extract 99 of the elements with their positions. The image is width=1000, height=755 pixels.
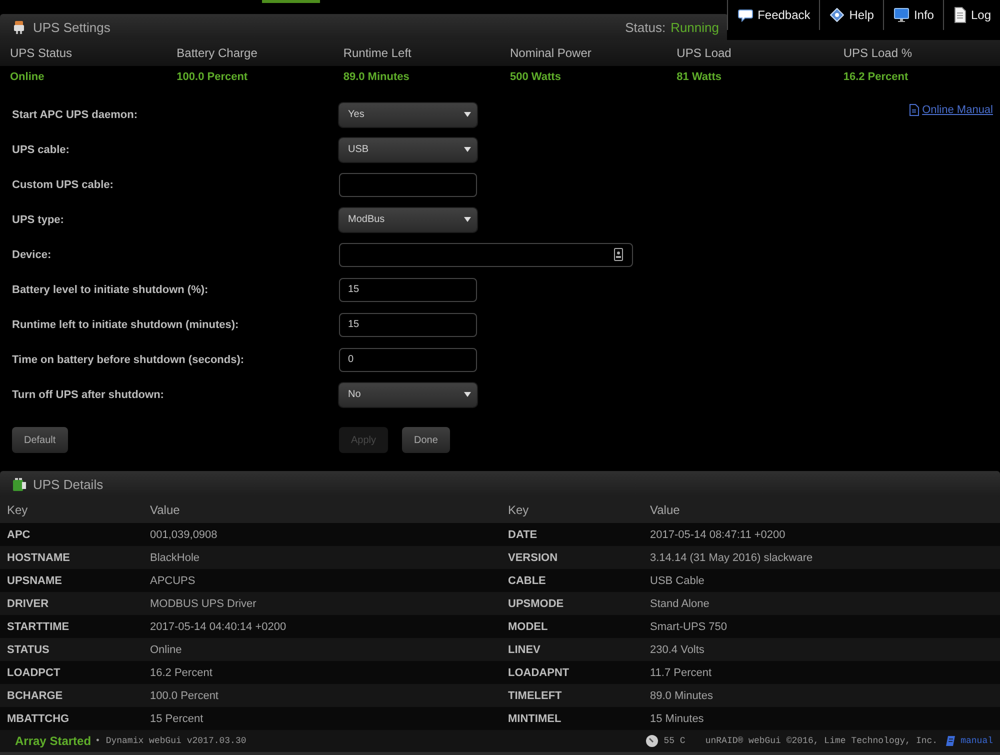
table-header-cell: Key — [0, 497, 150, 523]
field-label: Device: — [12, 248, 52, 260]
value-cell: USB Cable — [650, 569, 1000, 592]
field-label: UPS cable: — [12, 144, 70, 156]
key-cell: LOADAPNT — [500, 661, 650, 684]
value-cell: 100.0 Percent — [150, 684, 500, 707]
value-cell: 89.0 Minutes — [650, 684, 1000, 707]
nav-link[interactable]: Log — [942, 0, 1000, 30]
plug-icon — [12, 20, 26, 34]
key-cell: TIMELEFT — [500, 684, 650, 707]
key-cell: STATUS — [0, 638, 150, 661]
summary-value: 16.2 Percent — [842, 70, 910, 85]
value-cell: APCUPS — [150, 569, 500, 592]
book-icon — [946, 736, 955, 746]
field-label: Battery level to initiate shutdown (%): — [12, 284, 210, 296]
summary-heading: UPS Load — [666, 40, 834, 66]
help-icon — [830, 8, 844, 22]
battery-icon — [12, 477, 26, 491]
key-cell: DATE — [500, 523, 650, 546]
summary-heading: Nominal Power — [500, 40, 667, 66]
value-cell: 3.14.14 (31 May 2016) slackware — [650, 546, 1000, 569]
input-field[interactable] — [339, 242, 633, 266]
key-cell: BCHARGE — [0, 684, 150, 707]
panel-title: UPS Details — [33, 476, 104, 492]
status-label: Status: — [625, 20, 666, 34]
summary-heading: Battery Charge — [166, 40, 334, 66]
summary-value: 100.0 Percent — [176, 70, 249, 85]
table-header-cell: Value — [650, 497, 1000, 523]
array-status: Array Started — [15, 734, 92, 748]
summary-value: Online — [9, 70, 46, 85]
value-cell: Smart-UPS 750 — [650, 615, 1000, 638]
field-label: Time on battery before shutdown (seconds): — [12, 354, 246, 366]
key-cell: UPSMODE — [500, 592, 650, 615]
key-cell: VERSION — [500, 546, 650, 569]
input-field[interactable]: 15 — [339, 312, 477, 336]
value-cell: Online — [150, 638, 500, 661]
value-cell: 001,039,0908 — [150, 523, 500, 546]
manual-link[interactable]: manual — [960, 736, 993, 746]
caret-icon — [464, 112, 471, 117]
gauge-icon — [646, 735, 658, 747]
value-cell: 2017-05-14 08:47:11 +0200 — [650, 523, 1000, 546]
caret-icon — [464, 392, 471, 397]
button[interactable]: Done — [402, 427, 450, 453]
value-cell: BlackHole — [150, 546, 500, 569]
value-cell: 230.4 Volts — [650, 638, 1000, 661]
caret-icon — [464, 147, 471, 152]
caret-icon — [464, 217, 471, 222]
speech-bubble-icon — [738, 8, 753, 22]
dropdown[interactable]: ModBus — [339, 208, 477, 232]
value-cell: 11.7 Percent — [650, 661, 1000, 684]
summary-heading: UPS Load % — [833, 40, 1000, 66]
temperature-text: 55 C — [664, 736, 686, 746]
summary-heading: Runtime Left — [333, 40, 500, 66]
monitor-icon — [894, 8, 909, 22]
key-cell: LOADPCT — [0, 661, 150, 684]
table-header-cell: Value — [150, 497, 500, 523]
button[interactable]: Default — [12, 427, 68, 453]
value-cell: 15 Percent — [150, 707, 500, 730]
field-label: Runtime left to initiate shutdown (minutes): — [12, 318, 240, 330]
key-cell: UPSNAME — [0, 569, 150, 592]
table-header-cell: Key — [500, 497, 650, 523]
key-cell: STARTTIME — [0, 615, 150, 638]
document-icon — [954, 7, 966, 23]
key-cell: MINTIMEL — [500, 707, 650, 730]
key-cell: LINEV — [500, 638, 650, 661]
key-cell: MBATTCHG — [0, 707, 150, 730]
version-text: • Dynamix webGui v2017.03.30 — [95, 736, 246, 746]
key-cell: APC — [0, 523, 150, 546]
status-value: Running — [670, 20, 719, 34]
value-cell: Stand Alone — [650, 592, 1000, 615]
summary-value: 500 Watts — [509, 70, 562, 85]
nav-link[interactable]: Info — [882, 0, 943, 30]
summary-heading: UPS Status — [0, 40, 167, 66]
input-field[interactable]: 15 — [339, 278, 477, 302]
document-icon — [909, 104, 920, 116]
field-label: Start APC UPS daemon: — [12, 108, 139, 120]
value-cell: 2017-05-14 04:40:14 +0200 — [150, 615, 500, 638]
dropdown[interactable]: No — [339, 382, 477, 406]
dropdown[interactable]: Yes — [339, 102, 477, 126]
nav-link[interactable]: Help — [819, 0, 883, 30]
summary-value: 81 Watts — [676, 70, 722, 85]
dropdown[interactable]: USB — [339, 138, 477, 162]
field-label: Custom UPS cable: — [12, 178, 114, 190]
field-label: Turn off UPS after shutdown: — [12, 388, 165, 400]
input-field[interactable] — [339, 172, 477, 196]
copyright-text: unRAID® webGui ©2016, Lime Technology, Inc. — [705, 736, 938, 746]
value-cell: 16.2 Percent — [150, 661, 500, 684]
key-cell: MODEL — [500, 615, 650, 638]
value-cell: 15 Minutes — [650, 707, 1000, 730]
contact-card-icon — [614, 248, 623, 261]
summary-value: 89.0 Minutes — [342, 70, 410, 85]
key-cell: CABLE — [500, 569, 650, 592]
manual-link[interactable]: Online Manual — [909, 104, 993, 116]
input-field[interactable]: 0 — [339, 348, 477, 372]
panel-title: UPS Settings — [33, 20, 110, 34]
field-label: UPS type: — [12, 214, 65, 226]
value-cell: MODBUS UPS Driver — [150, 592, 500, 615]
key-cell: DRIVER — [0, 592, 150, 615]
key-cell: HOSTNAME — [0, 546, 150, 569]
